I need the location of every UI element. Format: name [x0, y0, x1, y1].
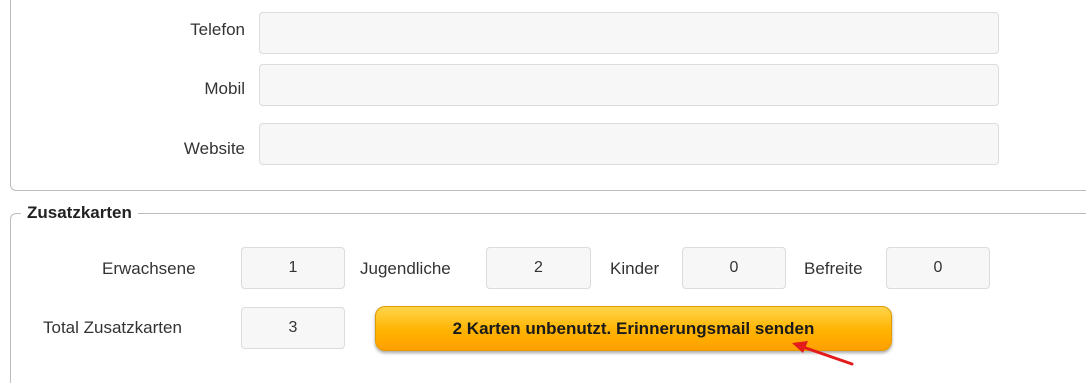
- total-count-field: 3: [241, 307, 345, 349]
- phone-field[interactable]: [259, 12, 999, 54]
- website-label: Website: [183, 139, 245, 158]
- extra-cards-fieldset: Zusatzkarten: [10, 203, 1086, 383]
- red-arrow-icon: [792, 341, 854, 366]
- exempt-count-field[interactable]: 0: [886, 247, 990, 289]
- extra-cards-legend: Zusatzkarten: [27, 203, 132, 222]
- website-field[interactable]: [259, 123, 999, 165]
- total-label: Total Zusatzkarten: [43, 318, 182, 337]
- adults-label: Erwachsene: [102, 259, 196, 278]
- phone-label: Telefon: [190, 20, 245, 39]
- youth-label: Jugendliche: [360, 259, 451, 278]
- children-label: Kinder: [610, 259, 660, 278]
- children-count-field[interactable]: 0: [682, 247, 786, 289]
- exempt-label: Befreite: [804, 259, 863, 278]
- youth-count-field[interactable]: 2: [486, 247, 591, 289]
- mobile-label: Mobil: [204, 79, 245, 98]
- adults-count-field[interactable]: 1: [241, 247, 345, 289]
- mobile-field[interactable]: [259, 64, 999, 106]
